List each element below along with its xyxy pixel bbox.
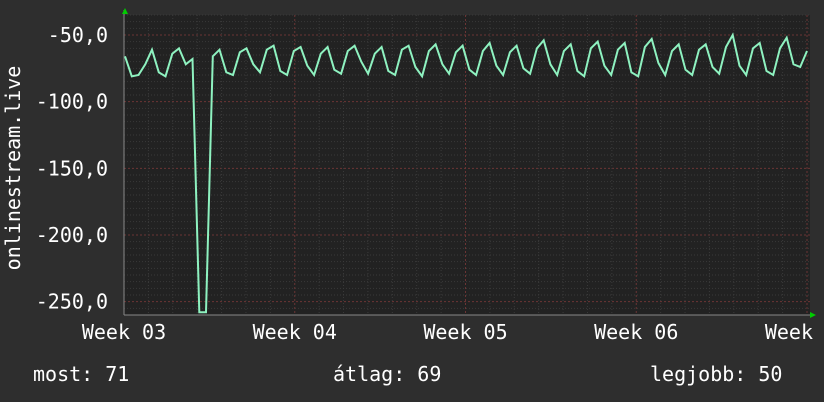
y-axis-ticks: -50,0 -100,0 -150,0 -200,0 -250,0	[36, 23, 108, 314]
stat-best: legjobb: 50	[650, 362, 783, 386]
x-tick-label: Week 06	[594, 320, 678, 344]
x-tick-label: Week 03	[82, 320, 166, 344]
y-axis-arrow-icon	[122, 8, 128, 14]
stat-average: átlag: 69	[333, 362, 442, 386]
y-axis-label: onlinestream.live	[1, 66, 25, 271]
x-axis-arrow-icon	[810, 312, 816, 318]
x-axis-ticks: Week 03 Week 04 Week 05 Week 06 Week 07	[82, 320, 824, 344]
y-tick-label: -100,0	[36, 90, 108, 114]
x-tick-label: Week 04	[253, 320, 337, 344]
stat-current: most: 71	[33, 362, 130, 386]
x-tick-label: Week 07	[765, 320, 824, 344]
y-tick-label: -200,0	[36, 223, 108, 247]
chart: -50,0-100,0-150,0-200,0-250,0 Week 03 Wee…	[1, 8, 824, 344]
y-tick-label: -50,0	[48, 23, 108, 47]
x-tick-label: Week 05	[423, 320, 507, 344]
y-tick-label: -250,0	[36, 290, 108, 314]
y-tick-label: -150,0	[36, 156, 108, 180]
